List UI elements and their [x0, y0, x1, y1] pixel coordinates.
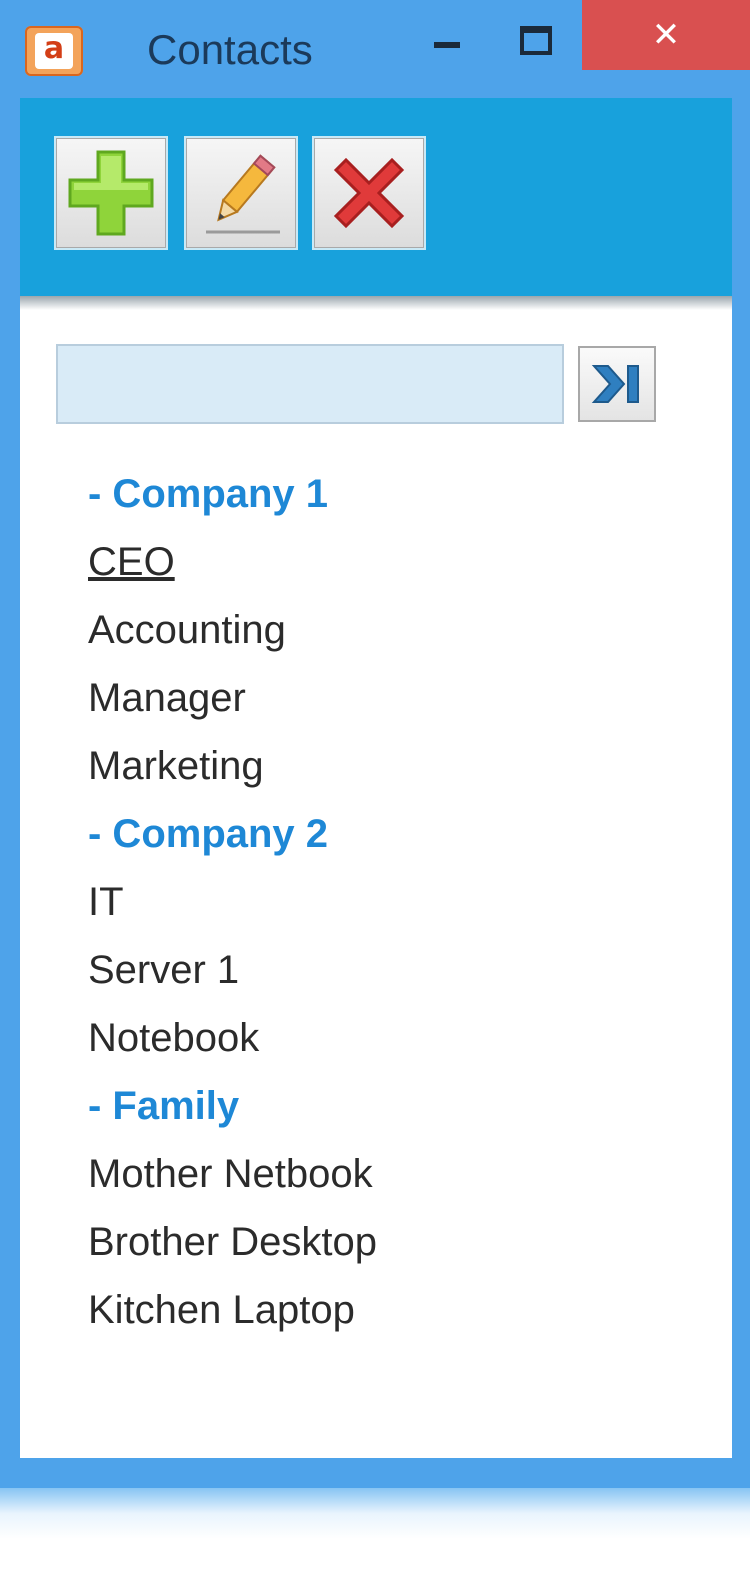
app-icon[interactable]: a — [25, 26, 83, 76]
maximize-icon — [520, 26, 552, 55]
pencil-icon — [206, 154, 280, 234]
tree-group-company-1[interactable]: - Company 1 — [88, 460, 688, 528]
app-icon-letter: a — [35, 33, 73, 69]
tree-group-family[interactable]: - Family — [88, 1072, 688, 1140]
edit-contact-button[interactable] — [184, 136, 298, 250]
tree-item-marketing[interactable]: Marketing — [88, 732, 688, 800]
tree-item-accounting[interactable]: Accounting — [88, 596, 688, 664]
tree-item-notebook[interactable]: Notebook — [88, 1004, 688, 1072]
toolbar — [20, 98, 732, 296]
green-plus-icon — [68, 150, 154, 236]
contacts-tree: - Company 1 CEO Accounting Manager Marke… — [88, 460, 688, 1344]
contacts-panel: - Company 1 CEO Accounting Manager Marke… — [20, 310, 732, 1458]
tree-item-server-1[interactable]: Server 1 — [88, 936, 688, 1004]
title-bar[interactable]: a Contacts ✕ — [0, 0, 750, 98]
minimize-icon — [434, 42, 460, 48]
search-go-button[interactable] — [578, 346, 656, 422]
minimize-button[interactable] — [420, 20, 474, 70]
tree-group-company-2[interactable]: - Company 2 — [88, 800, 688, 868]
tree-item-kitchen-laptop[interactable]: Kitchen Laptop — [88, 1276, 688, 1344]
delete-contact-button[interactable] — [312, 136, 426, 250]
toolbar-shadow — [20, 296, 732, 310]
close-button[interactable]: ✕ — [582, 0, 750, 70]
tree-item-it[interactable]: IT — [88, 868, 688, 936]
maximize-button[interactable] — [508, 18, 562, 68]
tree-item-brother-desktop[interactable]: Brother Desktop — [88, 1208, 688, 1276]
red-x-icon — [333, 157, 405, 229]
tree-item-ceo[interactable]: CEO — [88, 528, 688, 596]
window-bottom-edge — [0, 1488, 750, 1573]
tree-item-manager[interactable]: Manager — [88, 664, 688, 732]
tree-item-mother-netbook[interactable]: Mother Netbook — [88, 1140, 688, 1208]
contacts-window: a Contacts ✕ - Company 1 CEO Accounting … — [0, 0, 750, 1488]
search-input[interactable] — [56, 344, 564, 424]
jump-to-end-icon — [591, 365, 639, 403]
window-title: Contacts — [147, 26, 313, 73]
add-contact-button[interactable] — [54, 136, 168, 250]
